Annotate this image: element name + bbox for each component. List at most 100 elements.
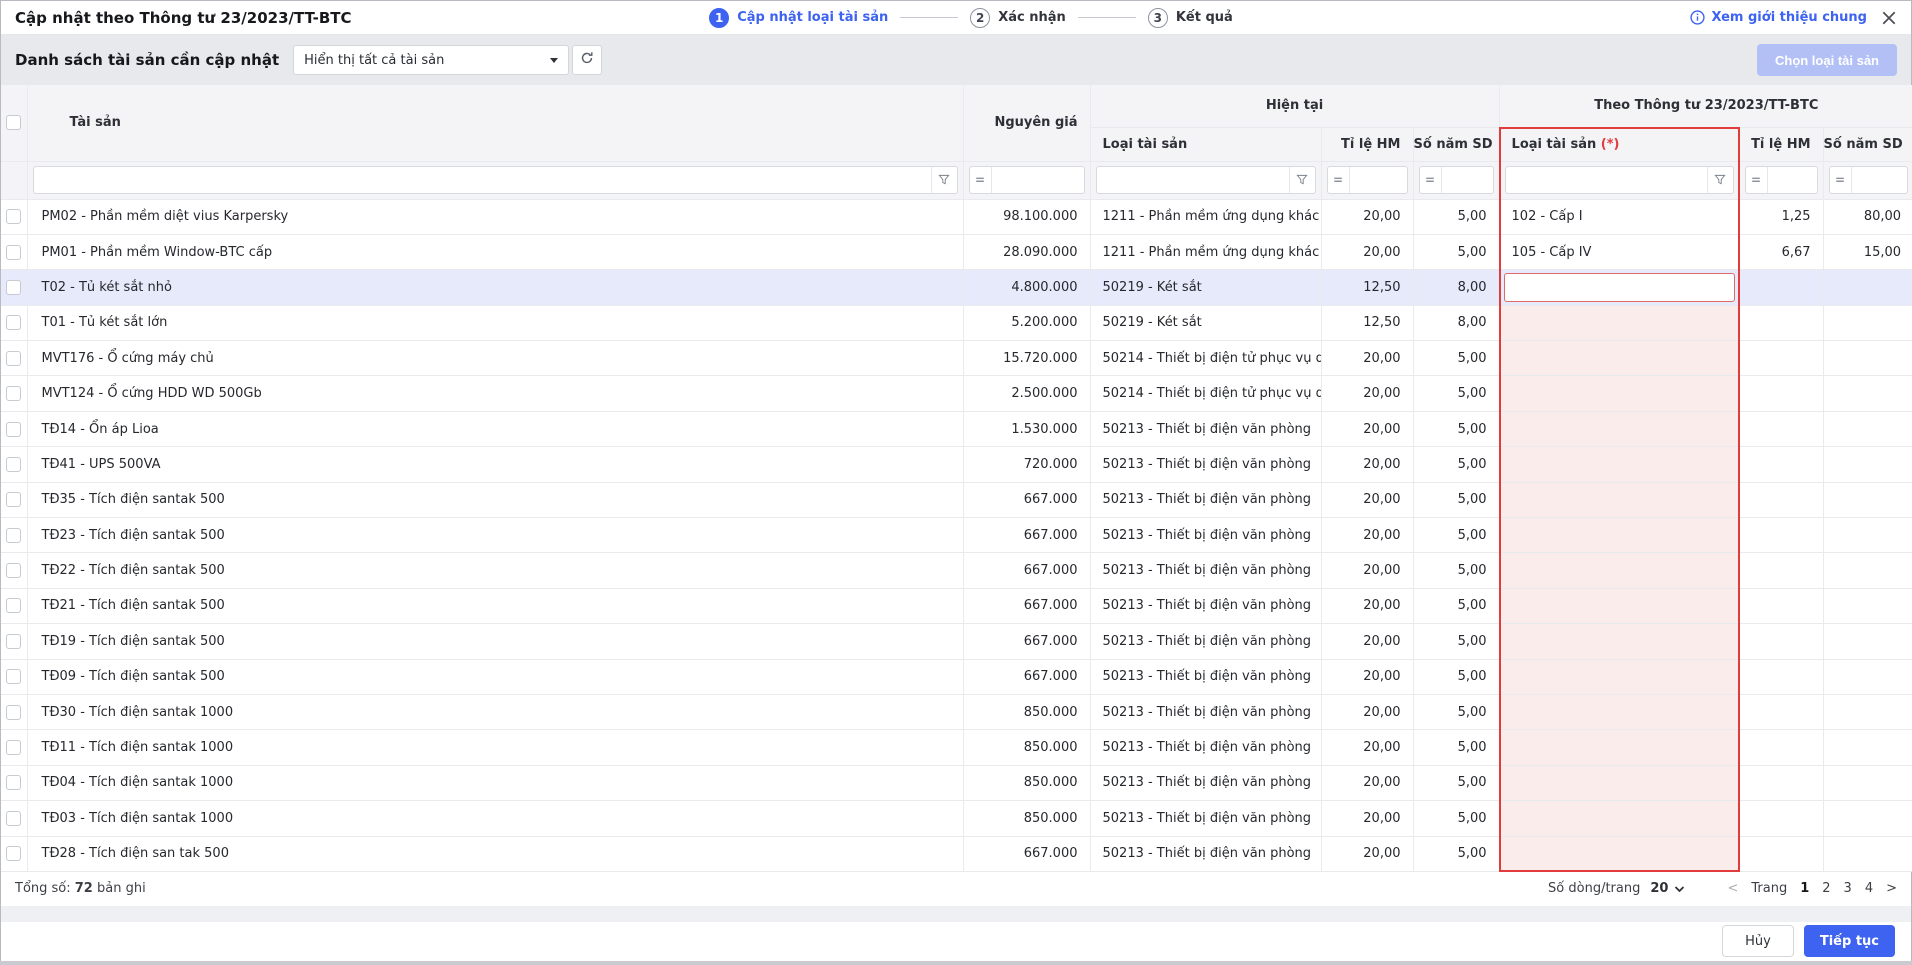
current-rate-cell: 20,00 [1321,836,1413,871]
new-type-cell[interactable] [1499,341,1739,376]
new-type-cell[interactable] [1499,765,1739,800]
current-rate-filter-input[interactable] [1350,167,1407,193]
select-all-checkbox[interactable] [6,115,21,130]
table-row: TĐ09 - Tích điện santak 500 667.000 5021… [1,659,1912,694]
new-rate-cell [1739,659,1823,694]
current-type-cell: 1211 - Phần mềm ứng dụng khác [1090,199,1321,234]
next-page-icon[interactable]: > [1886,881,1897,896]
row-checkbox[interactable] [6,245,21,260]
row-checkbox[interactable] [6,846,21,861]
new-type-cell[interactable] [1499,836,1739,871]
new-type-edit-input[interactable] [1504,273,1735,302]
view-introduction-link[interactable]: Xem giới thiệu chung [1690,10,1867,25]
new-type-cell[interactable] [1499,270,1739,305]
row-checkbox[interactable] [6,634,21,649]
cancel-button[interactable]: Hủy [1722,925,1794,957]
new-rate-cell [1739,836,1823,871]
original-cost-cell: 5.200.000 [963,305,1090,340]
new-type-cell[interactable]: 105 - Cấp IV [1499,234,1739,269]
new-years-cell [1823,659,1912,694]
equals-operator-icon[interactable]: = [1328,167,1350,193]
new-type-cell[interactable] [1499,411,1739,446]
row-checkbox[interactable] [6,740,21,755]
row-checkbox[interactable] [6,528,21,543]
new-type-cell[interactable] [1499,730,1739,765]
new-type-cell[interactable] [1499,305,1739,340]
new-type-cell[interactable] [1499,588,1739,623]
row-checkbox[interactable] [6,598,21,613]
original-cost-cell: 850.000 [963,730,1090,765]
asset-name-cell: PM01 - Phần mềm Window-BTC cấp [27,234,963,269]
equals-operator-icon[interactable]: = [1420,167,1442,193]
new-type-cell[interactable] [1499,694,1739,729]
new-type-cell[interactable] [1499,482,1739,517]
new-type-cell[interactable] [1499,518,1739,553]
filter-funnel-icon[interactable] [1707,167,1733,193]
choose-asset-type-button[interactable]: Chọn loại tài sản [1757,44,1897,76]
page-2[interactable]: 2 [1822,881,1830,896]
filter-funnel-icon[interactable] [931,167,957,193]
current-type-cell: 50213 - Thiết bị điện văn phòng [1090,588,1321,623]
table-row: TĐ23 - Tích điện santak 500 667.000 5021… [1,518,1912,553]
current-rate-cell: 20,00 [1321,801,1413,836]
original-cost-cell: 850.000 [963,801,1090,836]
step-3-circle: 3 [1148,8,1168,28]
asset-name-cell: TĐ19 - Tích điện santak 500 [27,624,963,659]
table-row: MVT176 - Ổ cứng máy chủ 15.720.000 50214… [1,341,1912,376]
row-checkbox[interactable] [6,351,21,366]
page-3[interactable]: 3 [1844,881,1852,896]
new-type-cell[interactable] [1499,624,1739,659]
row-checkbox[interactable] [6,457,21,472]
new-type-cell[interactable] [1499,553,1739,588]
new-type-cell[interactable] [1499,447,1739,482]
refresh-button[interactable] [572,45,602,75]
asset-name-cell: TĐ03 - Tích điện santak 1000 [27,801,963,836]
current-type-cell: 50219 - Két sắt [1090,305,1321,340]
row-checkbox[interactable] [6,563,21,578]
page-4[interactable]: 4 [1865,881,1873,896]
table-row: TĐ11 - Tích điện santak 1000 850.000 502… [1,730,1912,765]
close-icon[interactable] [1881,10,1897,26]
new-rate-cell [1739,482,1823,517]
asset-name-cell: TĐ04 - Tích điện santak 1000 [27,765,963,800]
equals-operator-icon[interactable]: = [1746,167,1768,193]
row-checkbox[interactable] [6,775,21,790]
current-years-filter-input[interactable] [1442,167,1493,193]
step-1-label: Cập nhật loại tài sản [737,10,888,25]
row-checkbox[interactable] [6,669,21,684]
rows-per-page-select[interactable]: 20 [1650,881,1685,896]
asset-filter-input[interactable] [34,167,931,193]
row-checkbox-cell [1,234,27,269]
page-1[interactable]: 1 [1800,881,1809,896]
table-footer: Tổng số: 72 bản ghi Số dòng/trang 20 < T… [1,872,1911,906]
table-row: PM02 - Phần mềm diệt vius Karpersky 98.1… [1,199,1912,234]
row-checkbox[interactable] [6,422,21,437]
row-checkbox[interactable] [6,492,21,507]
asset-filter-cell [27,161,963,199]
equals-operator-icon[interactable]: = [970,167,992,193]
row-checkbox[interactable] [6,209,21,224]
row-checkbox[interactable] [6,280,21,295]
new-type-cell[interactable] [1499,659,1739,694]
row-checkbox-cell [1,624,27,659]
prev-page-icon[interactable]: < [1727,881,1738,896]
row-checkbox[interactable] [6,705,21,720]
display-filter-select[interactable]: Hiển thị tất cả tài sản [293,45,569,75]
new-years-filter-input[interactable] [1852,167,1908,193]
new-type-cell[interactable]: 102 - Cấp I [1499,199,1739,234]
original-cost-cell: 4.800.000 [963,270,1090,305]
row-checkbox[interactable] [6,386,21,401]
new-type-cell[interactable] [1499,376,1739,411]
new-type-filter-input[interactable] [1506,167,1707,193]
row-checkbox[interactable] [6,315,21,330]
new-rate-filter-input[interactable] [1768,167,1817,193]
row-checkbox-cell [1,694,27,729]
new-years-cell [1823,765,1912,800]
equals-operator-icon[interactable]: = [1830,167,1852,193]
new-type-cell[interactable] [1499,801,1739,836]
continue-button[interactable]: Tiếp tục [1804,925,1895,957]
current-type-filter-input[interactable] [1097,167,1289,193]
cost-filter-input[interactable] [992,167,1084,193]
row-checkbox[interactable] [6,811,21,826]
filter-funnel-icon[interactable] [1289,167,1315,193]
